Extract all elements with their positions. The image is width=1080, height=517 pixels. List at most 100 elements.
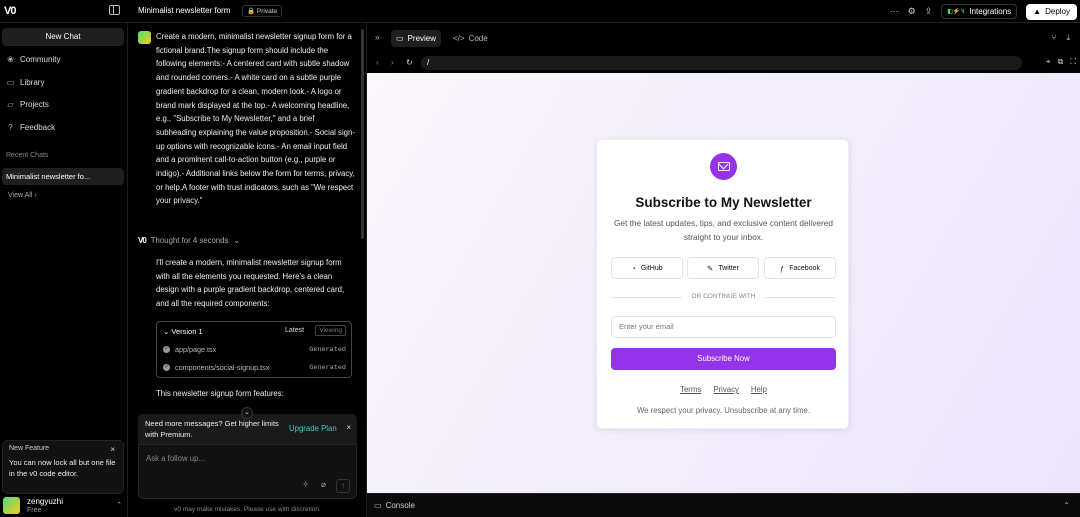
scroll-down-icon[interactable]: ⌄ <box>241 407 253 419</box>
settings-icon[interactable]: ⚙ <box>908 6 916 17</box>
top-actions: ⋯ ⚙ ⇪ ◧⚡↯ Integrations ▲ Deploy <box>890 0 1080 23</box>
v0-logo-icon: V0 <box>138 236 147 245</box>
chat-title[interactable]: Minimalist newsletter form <box>138 6 230 15</box>
email-field[interactable]: Enter your email <box>611 316 836 338</box>
sidebar-item-projects[interactable]: ▱ Projects <box>6 100 49 109</box>
chevron-down-icon: ⌄ <box>233 236 240 245</box>
brand-mark <box>710 153 737 180</box>
file-status: Generated <box>309 346 346 354</box>
triangle-icon: ▲ <box>1033 7 1042 16</box>
divider-text: OR CONTINUE WITH <box>682 293 765 300</box>
console-toggle[interactable]: ▭ Console <box>374 501 415 510</box>
forward-icon[interactable]: › <box>391 58 394 67</box>
console-bar[interactable]: ▭ Console ⌃ <box>367 493 1080 517</box>
user-menu[interactable]: zengyuzhi Free ⌃ <box>0 495 128 517</box>
expand-icon[interactable]: ⌃ <box>1063 501 1070 510</box>
tab-code-label: Code <box>468 34 488 43</box>
collapse-chat-icon[interactable]: » <box>375 33 379 42</box>
new-feature-title: New Feature <box>9 445 50 452</box>
tab-code[interactable]: </> Code <box>448 30 493 47</box>
close-icon[interactable]: × <box>346 423 351 432</box>
sidebar-item-label: Community <box>20 55 61 64</box>
back-icon[interactable]: ‹ <box>376 58 379 67</box>
sidebar-item-community[interactable]: ❀ Community <box>6 55 60 64</box>
card-links: Terms Privacy Help <box>597 385 850 394</box>
twitter-icon: ✎ <box>707 263 714 273</box>
file-name: app/page.tsx <box>175 345 217 354</box>
file-name: components/social-signup.tsx <box>175 363 270 372</box>
preview-icon: ▭ <box>396 34 404 43</box>
file-item[interactable]: ✓ components/social-signup.tsx <box>163 363 269 372</box>
upgrade-plan-link[interactable]: Upgrade Plan <box>289 424 337 433</box>
tab-preview-label: Preview <box>407 34 437 43</box>
close-icon[interactable]: × <box>110 445 115 454</box>
select-element-icon[interactable]: ⌖ <box>1046 57 1051 67</box>
chat-panel: Create a modern, minimalist newsletter s… <box>128 23 367 517</box>
feedback-icon: ? <box>8 123 13 132</box>
chat-scrollbar[interactable] <box>361 29 364 239</box>
help-link[interactable]: Help <box>751 385 767 394</box>
new-chat-button[interactable]: New Chat <box>2 28 124 46</box>
preview-canvas: Subscribe to My Newsletter Get the lates… <box>367 73 1080 493</box>
file-item[interactable]: ✓ app/page.tsx <box>163 345 216 354</box>
console-label: Console <box>385 501 415 510</box>
sidebar-toggle-icon[interactable] <box>109 5 120 15</box>
twitter-button[interactable]: ✎ Twitter <box>687 257 759 279</box>
preview-panel: » ▭ Preview </> Code ⑂ ⤓ ‹ › ↻ / ⌖ ⧉ ⛶ S… <box>367 23 1080 517</box>
tab-preview[interactable]: ▭ Preview <box>391 30 442 47</box>
recent-chat-item[interactable]: Minimalist newsletter fo... <box>2 168 124 185</box>
deploy-button[interactable]: ▲ Deploy <box>1026 3 1077 20</box>
code-icon: </> <box>453 34 465 43</box>
file-status: Generated <box>309 364 346 372</box>
share-icon[interactable]: ⇪ <box>925 6 933 17</box>
library-icon: ▭ <box>6 78 15 87</box>
subscribe-button[interactable]: Subscribe Now <box>611 348 836 370</box>
sidebar-item-label: Library <box>20 78 45 87</box>
thought-toggle[interactable]: V0 Thought for 4 seconds ⌄ <box>138 236 240 245</box>
sidebar-item-label: Projects <box>20 100 49 109</box>
view-all-label: View All <box>8 192 33 199</box>
version-card[interactable]: ⌄ Version 1 Latest Viewing ✓ app/page.ts… <box>156 321 352 378</box>
download-icon[interactable]: ⤓ <box>1066 33 1070 43</box>
user-message-avatar <box>138 31 151 44</box>
integrations-button[interactable]: ◧⚡↯ Integrations <box>941 4 1018 19</box>
github-icon: ◔ <box>631 263 636 273</box>
sidebar-item-library[interactable]: ▭ Library <box>6 78 45 87</box>
upgrade-text: Need more messages? Get higher limits wi… <box>145 419 279 439</box>
url-input[interactable]: / <box>421 56 1022 70</box>
privacy-link[interactable]: Privacy <box>713 385 739 394</box>
url-actions: ⌖ ⧉ ⛶ <box>1046 57 1076 67</box>
facebook-button[interactable]: ƒ Facebook <box>764 257 836 279</box>
follow-up-placeholder: Ask a follow up... <box>146 454 205 463</box>
private-badge[interactable]: 🔒 Private <box>242 5 283 17</box>
sidebar-item-label: Feedback <box>20 123 56 132</box>
follow-up-input[interactable]: Ask a follow up... ✧ ⌀ ↑ <box>138 444 357 499</box>
more-icon[interactable]: ⋯ <box>890 6 899 17</box>
avatar <box>3 497 20 514</box>
sidebar-item-feedback[interactable]: ? Feedback <box>6 123 55 132</box>
v0-logo[interactable]: V0 <box>4 5 17 17</box>
new-feature-card: New Feature × You can now lock all but o… <box>2 440 124 494</box>
preview-tabs: » ▭ Preview </> Code ⑂ ⤓ <box>367 23 1080 53</box>
user-message: Create a modern, minimalist newsletter s… <box>156 32 355 206</box>
send-button[interactable]: ↑ <box>336 479 350 493</box>
view-all-link[interactable]: View All › <box>8 192 37 199</box>
attach-icon[interactable]: ⌀ <box>321 480 326 489</box>
fork-icon[interactable]: ⑂ <box>1052 33 1057 43</box>
console-icon: ▭ <box>374 501 382 510</box>
check-icon: ✓ <box>163 346 170 353</box>
open-new-window-icon[interactable]: ⧉ <box>1058 57 1064 67</box>
fullscreen-icon[interactable]: ⛶ <box>1070 57 1076 67</box>
preview-actions: ⑂ ⤓ <box>1052 33 1070 43</box>
left-sidebar: New Chat ❀ Community ▭ Library ▱ Project… <box>0 23 128 517</box>
user-plan: Free <box>27 507 42 514</box>
thought-label: Thought for 4 seconds <box>150 236 229 245</box>
recent-chats-label: Recent Chats <box>6 152 49 159</box>
terms-link[interactable]: Terms <box>680 385 701 394</box>
version-latest-label: Latest <box>285 327 305 334</box>
github-label: GitHub <box>640 264 663 272</box>
sparkle-icon[interactable]: ✧ <box>302 480 309 489</box>
refresh-icon[interactable]: ↻ <box>406 58 413 67</box>
github-button[interactable]: ◔ GitHub <box>611 257 683 279</box>
assistant-message: I'll create a modern, minimalist newslet… <box>156 258 345 309</box>
